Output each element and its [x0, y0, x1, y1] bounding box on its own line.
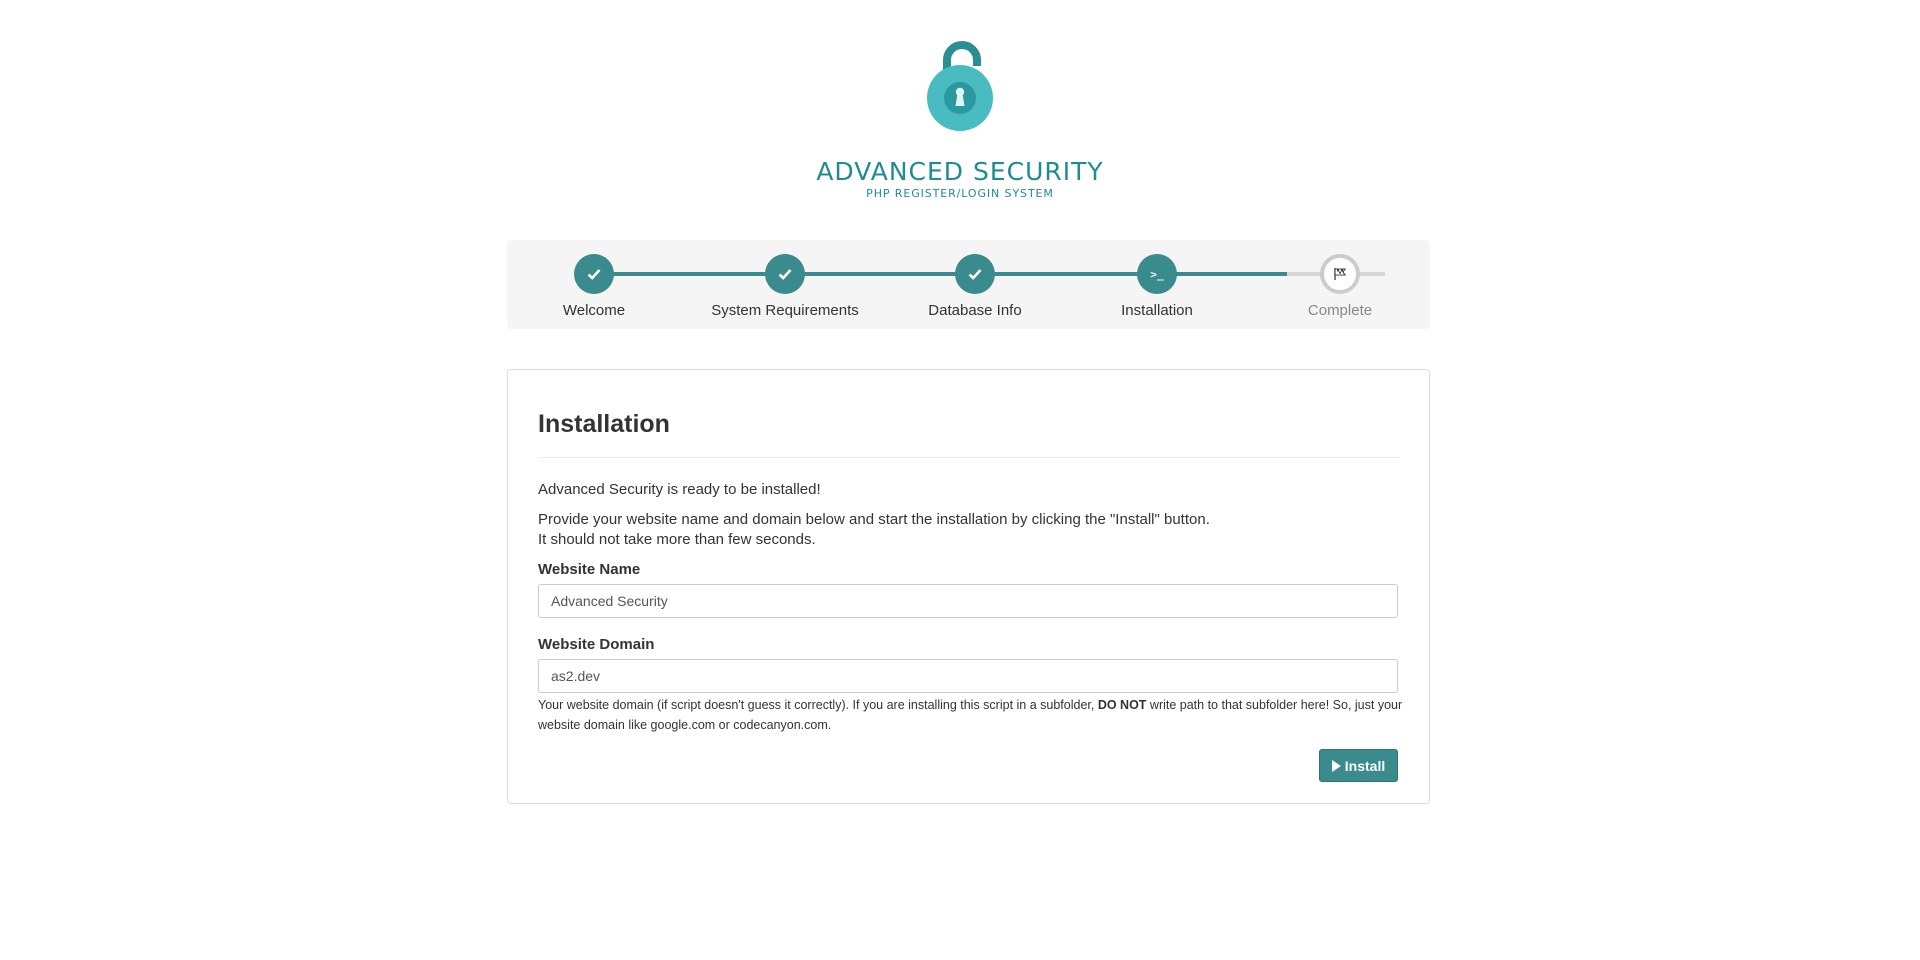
- check-icon: [765, 254, 805, 294]
- check-icon: [574, 254, 614, 294]
- step-system-requirements[interactable]: System Requirements: [695, 254, 875, 319]
- help-text-before: Your website domain (if script doesn't g…: [538, 698, 1098, 712]
- ready-message: Advanced Security is ready to be install…: [538, 481, 821, 498]
- instructions-line-2: It should not take more than few seconds…: [538, 531, 816, 548]
- logo: ADVANCED SECURITY PHP REGISTER/LOGIN SYS…: [0, 40, 1920, 200]
- brand-subtitle: PHP REGISTER/LOGIN SYSTEM: [866, 187, 1054, 200]
- step-label: Complete: [1307, 302, 1373, 319]
- flag-icon: [1320, 254, 1360, 294]
- website-domain-input[interactable]: [538, 659, 1398, 693]
- website-name-input[interactable]: [538, 584, 1398, 618]
- install-wizard-steps: Welcome System Requirements Database Inf…: [507, 240, 1430, 329]
- check-icon: [955, 254, 995, 294]
- step-label: Welcome: [562, 302, 626, 319]
- installation-panel: Installation Advanced Security is ready …: [507, 369, 1430, 804]
- terminal-icon: >_: [1137, 254, 1177, 294]
- step-installation[interactable]: >_ Installation: [1067, 254, 1247, 319]
- help-text-emphasis: DO NOT: [1097, 698, 1147, 712]
- panel-title: Installation: [538, 410, 670, 438]
- domain-help-text: Your website domain (if script doesn't g…: [538, 695, 1418, 735]
- install-button-label: Install: [1344, 757, 1386, 774]
- website-domain-label: Website Domain: [538, 636, 655, 653]
- brand-title: ADVANCED SECURITY: [816, 157, 1104, 186]
- step-label: System Requirements: [711, 302, 859, 319]
- step-complete[interactable]: Complete: [1250, 254, 1430, 319]
- installer-page: ADVANCED SECURITY PHP REGISTER/LOGIN SYS…: [0, 0, 1920, 960]
- step-label: Installation: [1121, 302, 1193, 319]
- step-database-info[interactable]: Database Info: [885, 254, 1065, 319]
- open-padlock-icon: [927, 41, 993, 131]
- play-icon: [1331, 759, 1341, 772]
- instructions-line-1: Provide your website name and domain bel…: [538, 511, 1210, 528]
- step-welcome[interactable]: Welcome: [504, 254, 684, 319]
- step-label: Database Info: [928, 302, 1022, 319]
- website-name-label: Website Name: [538, 561, 641, 578]
- divider: [538, 457, 1399, 458]
- install-button[interactable]: Install: [1319, 749, 1398, 782]
